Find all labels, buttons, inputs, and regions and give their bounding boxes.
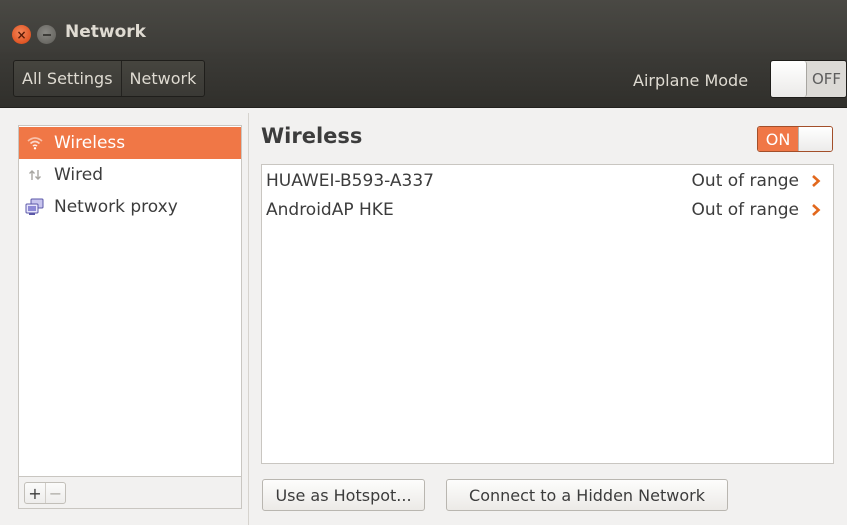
window-title: Network [65,22,146,42]
connection-list: Wireless Wired Network proxy [18,125,242,477]
breadcrumb: All Settings Network [13,60,206,97]
toolbar: All Settings Network Airplane Mode OFF [0,52,847,108]
chevron-right-icon[interactable] [811,204,821,216]
title-bar: × Network [0,0,847,52]
use-as-hotspot-button[interactable]: Use as Hotspot... [262,479,425,511]
sidebar-item-label: Wireless [54,133,126,153]
network-status: Out of range [691,199,799,220]
network-name: AndroidAP HKE [266,199,394,220]
network-row-androidap[interactable]: AndroidAP HKE Out of range [262,195,833,224]
sidebar-item-label: Network proxy [54,197,178,217]
panel-title: Wireless [261,124,363,148]
close-icon[interactable]: × [12,25,31,44]
chevron-right-icon[interactable] [811,175,821,187]
network-status: Out of range [691,170,799,191]
sidebar-item-network-proxy[interactable]: Network proxy [19,191,241,223]
network-name: HUAWEI-B593-A337 [266,170,434,191]
breadcrumb-network[interactable]: Network [120,61,205,96]
airplane-mode-switch[interactable]: OFF [770,60,847,98]
connection-list-footer: + − [18,477,242,509]
wireless-toggle-state: ON [758,127,798,151]
connect-hidden-network-button[interactable]: Connect to a Hidden Network [446,479,728,511]
network-list: HUAWEI-B593-A337 Out of range AndroidAP … [261,164,834,464]
wireless-toggle[interactable]: ON [757,126,833,152]
network-row-huawei[interactable]: HUAWEI-B593-A337 Out of range [262,166,833,195]
add-connection-button[interactable]: + [25,483,45,503]
airplane-mode-switch-knob[interactable] [771,61,807,97]
sidebar-item-wired[interactable]: Wired [19,159,241,191]
wifi-icon [25,136,45,150]
wired-icon [25,168,45,182]
airplane-mode-label: Airplane Mode [633,71,749,90]
wireless-toggle-knob[interactable] [798,127,832,151]
sidebar-item-label: Wired [54,165,104,185]
network-proxy-icon [25,198,45,216]
remove-connection-button[interactable]: − [45,483,65,503]
add-remove-group: + − [24,482,66,504]
minimize-icon[interactable] [37,25,56,44]
airplane-mode-state: OFF [812,70,842,88]
breadcrumb-all-settings[interactable]: All Settings [14,61,121,96]
sidebar-item-wireless[interactable]: Wireless [19,127,241,159]
